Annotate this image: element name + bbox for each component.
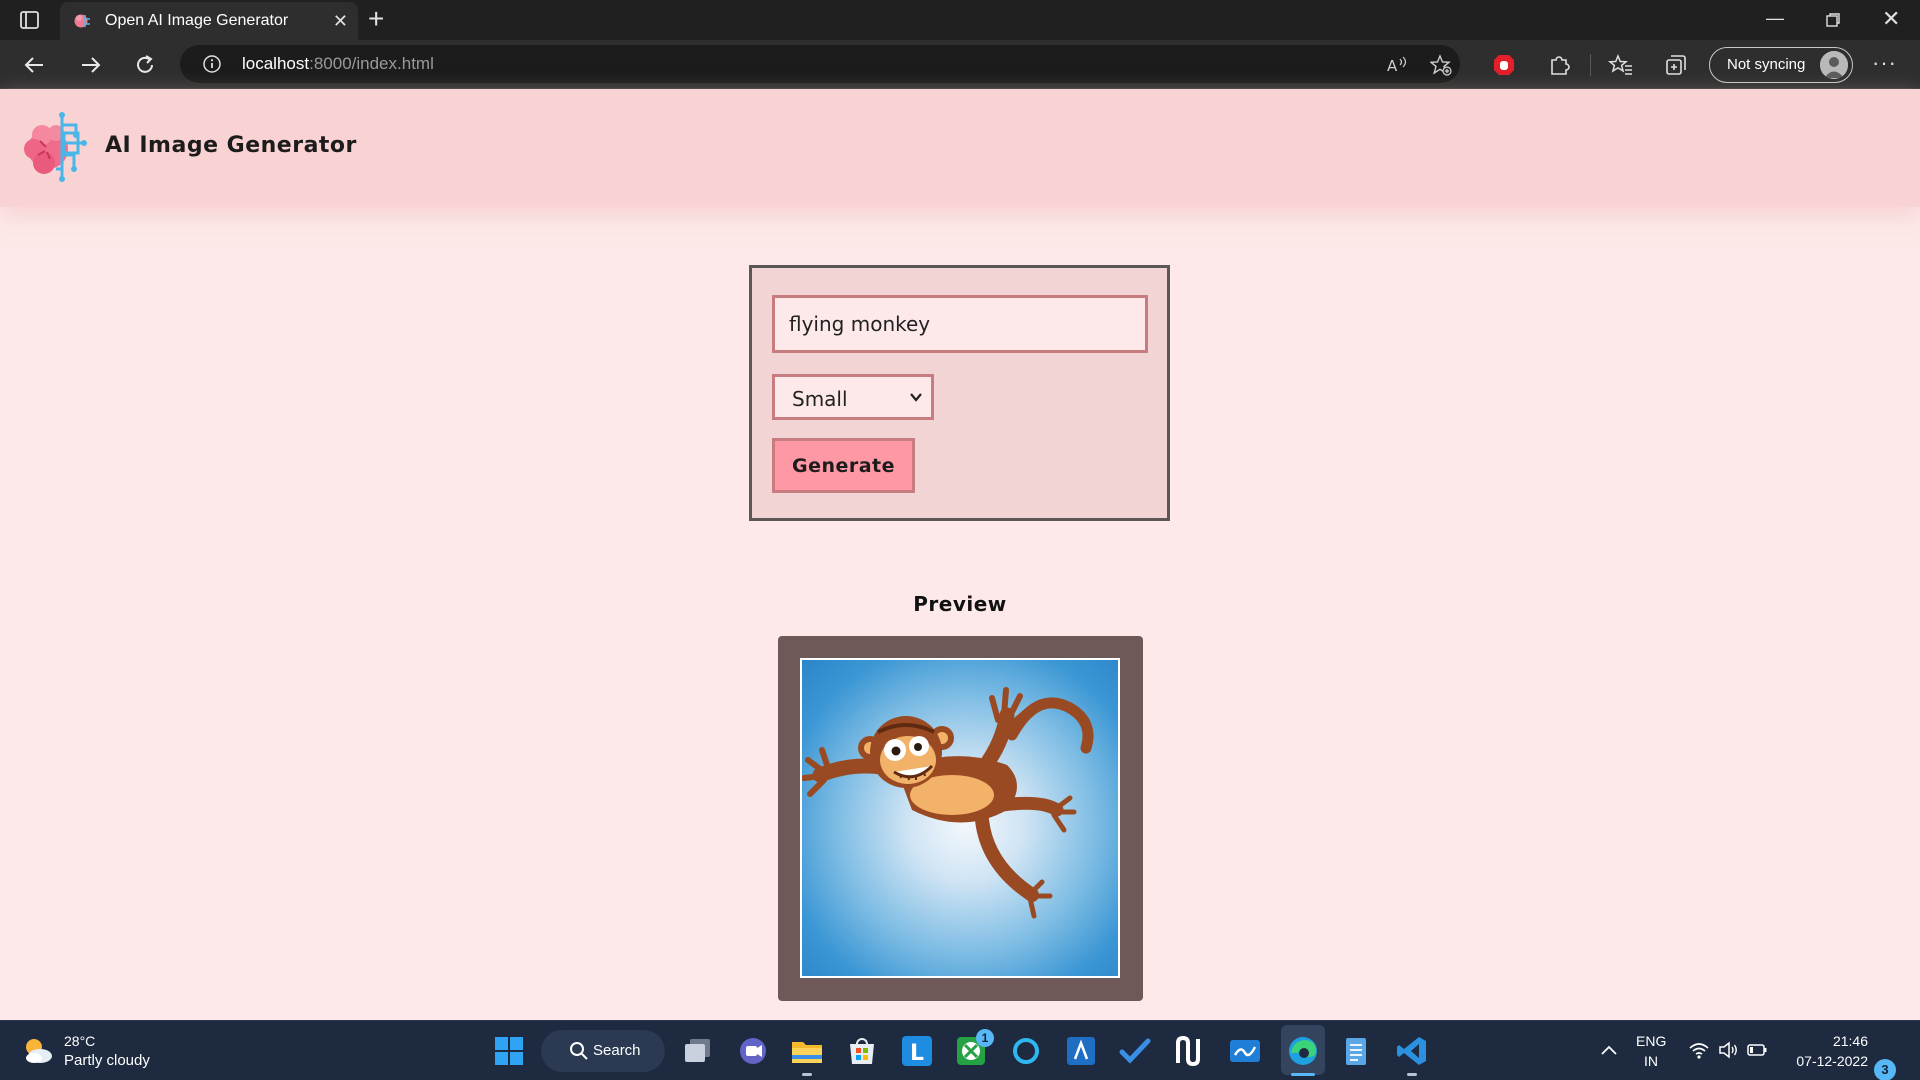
weather-temperature: 28°C <box>64 1033 96 1049</box>
app-header: AI Image Generator <box>0 89 1920 207</box>
favorites-icon[interactable] <box>1608 52 1634 78</box>
todo-icon[interactable] <box>1117 1033 1153 1069</box>
whiteboard-icon[interactable] <box>1227 1033 1263 1069</box>
preview-frame <box>778 636 1143 1001</box>
add-favorite-icon[interactable] <box>1430 54 1452 76</box>
l-app-icon[interactable]: L <box>899 1033 935 1069</box>
search-icon <box>570 1042 588 1060</box>
xbox-notification-badge: 1 <box>976 1029 994 1047</box>
url-path: :8000/index.html <box>309 54 434 73</box>
preview-heading: Preview <box>913 592 1007 616</box>
language-primary[interactable]: ENG <box>1636 1033 1666 1049</box>
teams-chat-icon[interactable] <box>735 1033 771 1069</box>
adblock-extension-icon[interactable] <box>1491 52 1517 78</box>
close-tab-icon[interactable]: ✕ <box>333 11 348 31</box>
chevron-down-icon <box>910 393 922 402</box>
svg-text:L: L <box>910 1041 924 1066</box>
clock-date[interactable]: 07-12-2022 <box>1780 1053 1868 1069</box>
active-indicator <box>1291 1073 1315 1076</box>
running-indicator <box>802 1073 812 1076</box>
task-view-icon[interactable] <box>680 1033 716 1069</box>
brain-circuit-logo-icon <box>24 112 87 182</box>
search-label: Search <box>593 1042 641 1059</box>
size-select[interactable]: Small <box>772 374 934 420</box>
edge-browser-icon[interactable] <box>1285 1033 1321 1069</box>
tab-actions-icon[interactable] <box>16 9 44 31</box>
battery-icon[interactable] <box>1746 1042 1768 1058</box>
svg-text:A: A <box>1387 57 1398 75</box>
close-window-icon[interactable]: ✕ <box>1882 6 1900 32</box>
toolbar-divider <box>1590 54 1591 76</box>
profile-avatar-icon <box>1820 51 1848 79</box>
windows-start-icon[interactable] <box>491 1033 527 1069</box>
collections-icon[interactable] <box>1663 52 1689 78</box>
read-aloud-icon[interactable]: A <box>1386 54 1408 76</box>
cortana-icon[interactable] <box>1008 1033 1044 1069</box>
generate-button[interactable]: Generate <box>772 438 915 493</box>
generator-form: Small Generate <box>749 265 1170 521</box>
taskbar-search-button[interactable]: Search <box>541 1030 665 1072</box>
refresh-icon[interactable] <box>132 52 158 78</box>
generated-image <box>800 658 1120 978</box>
brain-favicon-icon <box>74 14 90 28</box>
file-explorer-icon[interactable] <box>789 1033 825 1069</box>
notification-count-badge[interactable]: 3 <box>1874 1059 1896 1080</box>
url-host: localhost <box>242 54 310 73</box>
site-info-icon[interactable] <box>202 54 222 74</box>
wifi-icon[interactable] <box>1688 1040 1710 1060</box>
back-arrow-icon[interactable] <box>22 52 48 78</box>
azure-data-studio-icon[interactable] <box>1063 1033 1099 1069</box>
restore-icon[interactable] <box>1825 12 1841 28</box>
language-region[interactable]: IN <box>1636 1053 1666 1069</box>
profile-sync-button[interactable]: Not syncing <box>1709 47 1853 83</box>
partly-cloudy-icon[interactable] <box>20 1035 54 1065</box>
extensions-icon[interactable] <box>1546 52 1572 78</box>
forward-arrow-icon[interactable] <box>77 52 103 78</box>
url-text: localhost:8000/index.html <box>242 54 434 74</box>
microsoft-store-icon[interactable] <box>844 1033 880 1069</box>
show-hidden-icons-chevron-icon[interactable] <box>1600 1043 1618 1057</box>
app-title: AI Image Generator <box>105 133 357 158</box>
windows-taskbar: 28°C Partly cloudy Search L 1 ENG IN 21:… <box>0 1020 1920 1080</box>
browser-tab[interactable]: Open AI Image Generator ✕ <box>60 2 358 40</box>
tab-title: Open AI Image Generator <box>105 12 289 29</box>
vscode-icon[interactable] <box>1394 1033 1430 1069</box>
running-indicator <box>1407 1073 1417 1076</box>
weather-description: Partly cloudy <box>64 1052 150 1069</box>
volume-icon[interactable] <box>1717 1040 1739 1060</box>
notion-like-app-icon[interactable] <box>1172 1033 1208 1069</box>
notepad-icon[interactable] <box>1338 1033 1374 1069</box>
browser-tab-bar: Open AI Image Generator ✕ + — ✕ <box>0 0 1920 40</box>
sync-status-label: Not syncing <box>1727 56 1806 73</box>
address-bar[interactable]: localhost:8000/index.html A <box>180 45 1460 83</box>
flying-monkey-illustration <box>802 687 1094 919</box>
clock-time[interactable]: 21:46 <box>1818 1033 1868 1049</box>
minimize-icon[interactable]: — <box>1766 8 1784 29</box>
new-tab-icon[interactable]: + <box>368 4 384 34</box>
browser-toolbar: localhost:8000/index.html A Not syncing <box>0 40 1920 89</box>
prompt-input[interactable] <box>772 295 1148 353</box>
size-selected-value: Small <box>792 387 848 411</box>
more-options-icon[interactable]: ··· <box>1872 50 1897 76</box>
